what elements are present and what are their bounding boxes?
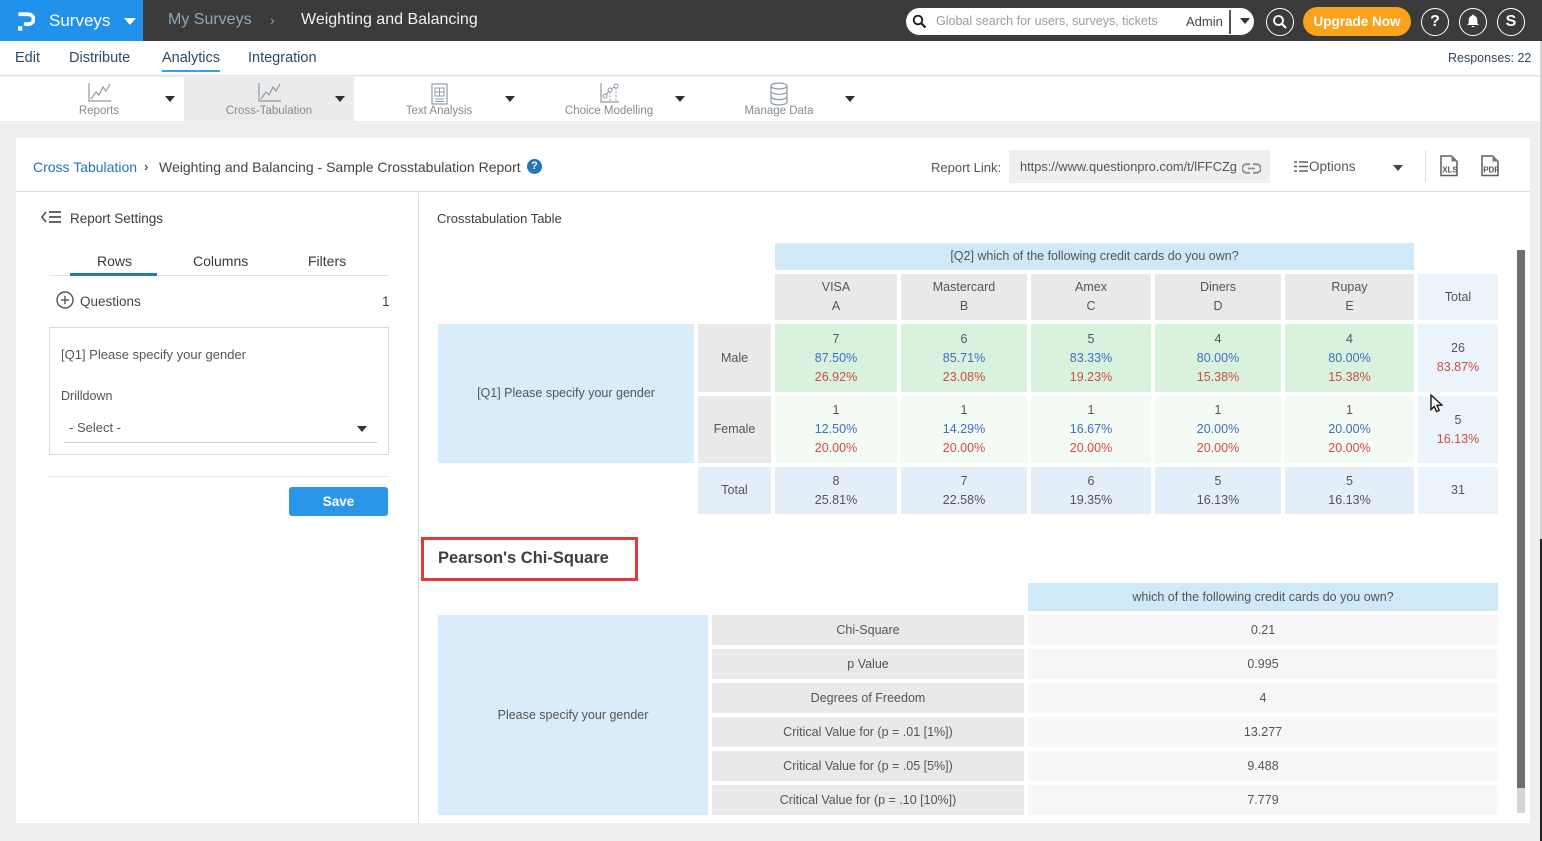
svg-text:PDF: PDF bbox=[1483, 166, 1499, 175]
svg-text:XLS: XLS bbox=[1442, 166, 1458, 175]
